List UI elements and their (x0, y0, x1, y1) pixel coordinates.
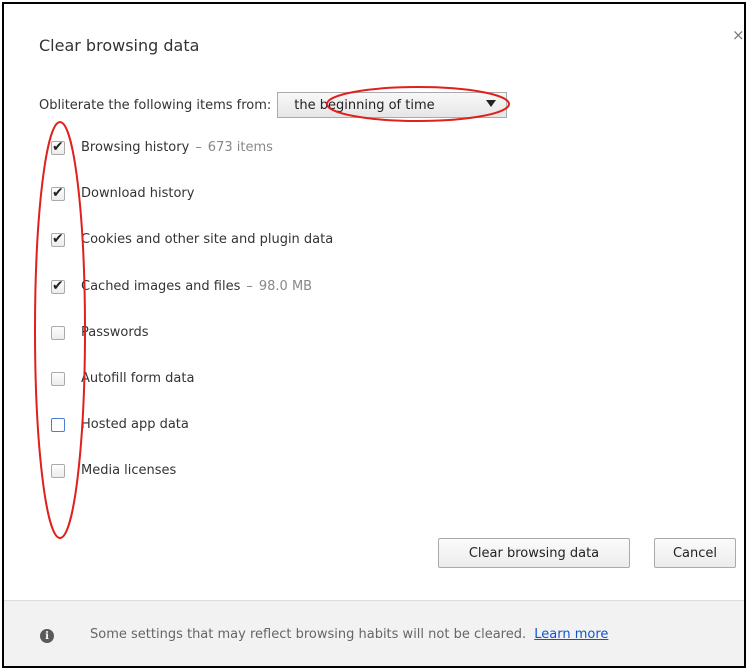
item-label: Autofill form data (81, 371, 195, 386)
checkbox-browsing-history[interactable]: ✔ (51, 138, 65, 155)
checkbox-cookies[interactable]: ✔ (51, 230, 65, 247)
dialog-frame: Clear browsing data × Obliterate the fol… (2, 2, 746, 668)
item-label: Media licenses (81, 463, 177, 478)
time-range-row: Obliterate the following items from: the… (39, 92, 508, 118)
clear-browsing-data-button[interactable]: Clear browsing data (438, 538, 630, 568)
item-separator: – (246, 279, 253, 294)
checkmark-icon: ✔ (52, 230, 64, 247)
dialog-title: Clear browsing data (39, 36, 200, 55)
time-range-select[interactable]: the beginning of time (277, 92, 508, 118)
item-download-history[interactable]: ✔ Download history (51, 184, 195, 201)
footer-text: Some settings that may reflect browsing … (90, 627, 608, 642)
checkbox-media-licenses[interactable] (51, 463, 65, 478)
time-range-label: Obliterate the following items from: (39, 97, 272, 113)
cancel-button[interactable]: Cancel (654, 538, 736, 568)
item-label: Cookies and other site and plugin data (81, 232, 334, 247)
footer: i Some settings that may reflect browsin… (4, 600, 744, 666)
item-passwords[interactable]: Passwords (51, 325, 149, 340)
item-detail: 673 items (207, 140, 273, 155)
item-cached-images[interactable]: ✔ Cached images and files – 98.0 MB (51, 277, 313, 294)
item-cookies[interactable]: ✔ Cookies and other site and plugin data (51, 230, 334, 247)
info-icon: i (40, 629, 54, 643)
close-icon[interactable]: × (732, 26, 744, 44)
item-autofill[interactable]: Autofill form data (51, 371, 194, 386)
checkbox-hosted-app-data[interactable] (51, 417, 65, 432)
checkmark-icon: ✔ (52, 184, 64, 201)
checkbox-autofill[interactable] (51, 371, 65, 386)
item-label: Cached images and files (81, 279, 241, 294)
time-range-value: the beginning of time (294, 97, 435, 113)
checkbox-cached-images[interactable]: ✔ (51, 277, 65, 294)
checkmark-icon: ✔ (52, 138, 64, 155)
checkbox-download-history[interactable]: ✔ (51, 184, 65, 201)
checkmark-icon: ✔ (52, 277, 64, 294)
learn-more-link[interactable]: Learn more (534, 627, 608, 642)
item-detail: 98.0 MB (258, 279, 313, 294)
item-label: Passwords (81, 325, 149, 340)
dropdown-arrow-icon (486, 100, 497, 107)
footer-message: Some settings that may reflect browsing … (90, 627, 527, 642)
item-hosted-app-data[interactable]: Hosted app data (51, 417, 189, 432)
item-label: Download history (81, 186, 195, 201)
checkbox-passwords[interactable] (51, 325, 65, 340)
item-separator: – (195, 140, 202, 155)
item-label: Browsing history (81, 140, 190, 155)
item-label: Hosted app data (81, 417, 189, 432)
item-browsing-history[interactable]: ✔ Browsing history – 673 items (51, 138, 273, 155)
item-media-licenses[interactable]: Media licenses (51, 463, 176, 478)
